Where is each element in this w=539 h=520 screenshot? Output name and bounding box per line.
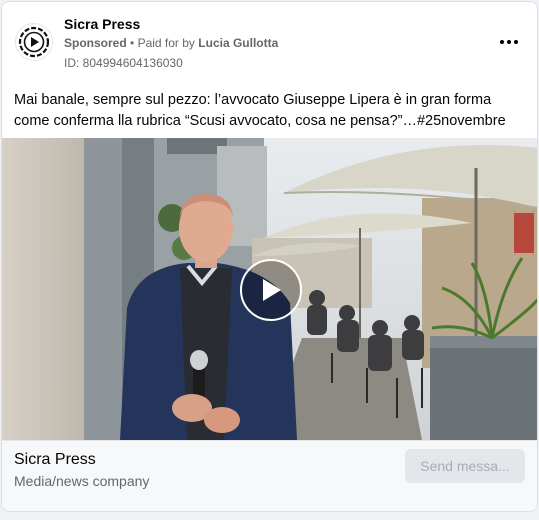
post-header: Sicra Press Sponsored • Paid for by Luci…	[2, 2, 537, 82]
sicra-press-logo-icon	[18, 26, 50, 58]
ad-id: ID: 804994604136030	[64, 56, 183, 70]
play-button[interactable]	[240, 259, 302, 321]
page-name[interactable]: Sicra Press	[64, 16, 140, 32]
ad-card: Sicra Press Sponsored • Paid for by Luci…	[1, 1, 538, 512]
ad-footer: Sicra Press Media/news company Send mess…	[2, 440, 537, 511]
footer-page-name[interactable]: Sicra Press	[14, 451, 96, 469]
post-text: Mai banale, sempre sul pezzo: l’avvocato…	[14, 92, 506, 129]
separator-dot: •	[130, 36, 135, 50]
send-message-button[interactable]: Send messa...	[405, 449, 525, 483]
more-horizontal-icon	[500, 40, 504, 44]
play-icon	[263, 279, 281, 301]
more-options-button[interactable]	[497, 32, 521, 52]
sponsored-label[interactable]: Sponsored	[64, 36, 127, 50]
page-avatar[interactable]	[15, 23, 53, 61]
footer-page-category: Media/news company	[14, 473, 150, 489]
payer-name: Lucia Gullotta	[198, 36, 279, 50]
video-player[interactable]	[2, 138, 537, 440]
paid-for-prefix: Paid for by	[137, 36, 195, 50]
sponsor-line: Sponsored • Paid for by Lucia Gullotta	[64, 36, 278, 50]
